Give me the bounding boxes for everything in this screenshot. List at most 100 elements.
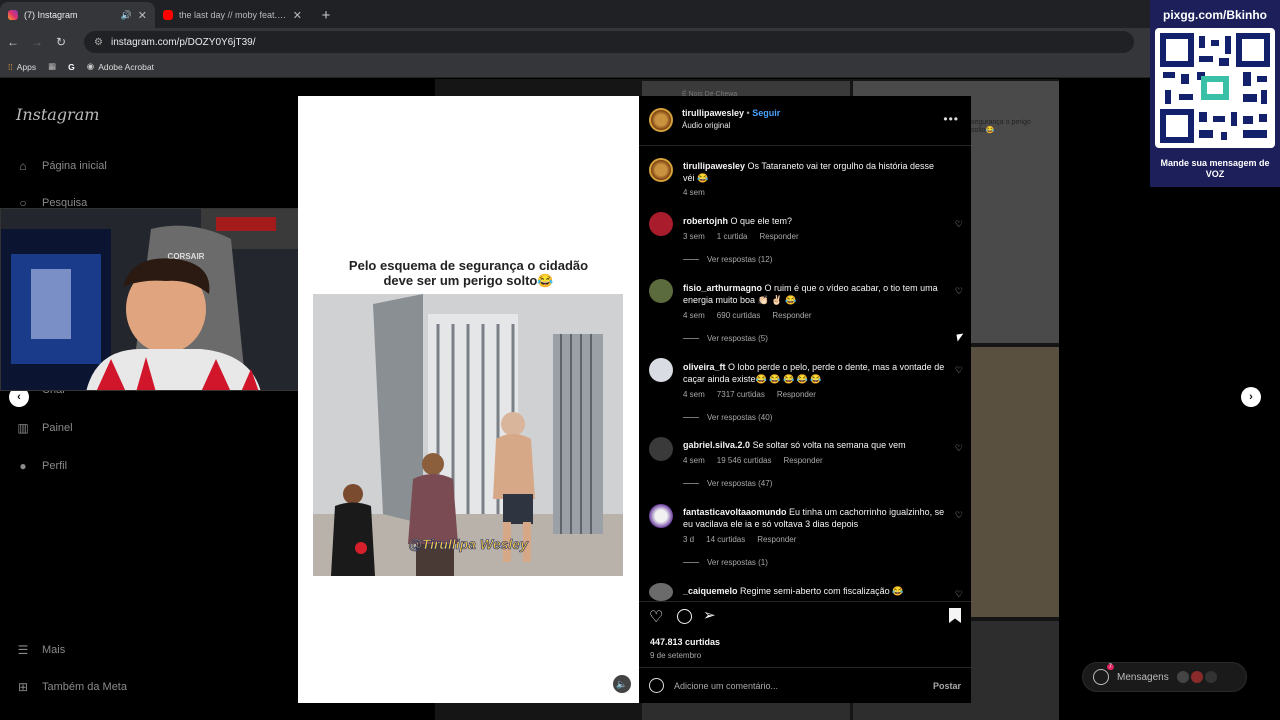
author-username[interactable]: tirullipawesley	[682, 108, 744, 118]
comment-username[interactable]: fantasticavoltaaomundo	[683, 507, 787, 517]
sidebar-item-label: Também da Meta	[42, 681, 127, 693]
tab-instagram[interactable]: (7) Instagram 🔊 ✕	[0, 2, 155, 28]
back-icon[interactable]: ←	[6, 35, 20, 49]
profile-icon: ●	[19, 459, 27, 473]
sidebar-item-label: Mais	[42, 644, 66, 656]
bookmark-label: Apps	[16, 61, 37, 72]
more-options-icon[interactable]: •••	[943, 112, 959, 126]
video-scene: @Tirullipa Wesley	[313, 294, 623, 576]
emoji-icon[interactable]	[649, 678, 664, 693]
bookmark-apps[interactable]: ⁞⁞ Apps	[8, 62, 36, 72]
comment-username[interactable]: _caiquemelo	[683, 586, 738, 596]
bookmark-adobe-acrobat[interactable]: ◉ Adobe Acrobat	[87, 61, 154, 72]
like-comment-icon[interactable]: ♡	[955, 510, 963, 521]
close-tab-icon[interactable]: ✕	[138, 9, 147, 22]
comment-likes[interactable]: 1 curtida	[717, 232, 748, 241]
post-comment-button[interactable]: Postar	[933, 681, 961, 691]
tab-youtube[interactable]: the last day // moby feat. skylar ✕	[155, 2, 310, 28]
close-tab-icon[interactable]: ✕	[293, 9, 302, 22]
comment-avatar[interactable]	[649, 504, 673, 528]
like-comment-icon[interactable]: ♡	[955, 286, 963, 297]
new-tab-button[interactable]: +	[316, 2, 336, 28]
comment-username[interactable]: gabriel.silva.2.0	[683, 440, 750, 450]
share-icon[interactable]: ➢	[703, 606, 716, 624]
comment-meta: 4 sem 7317 curtidas Responder	[683, 390, 816, 399]
comment-text: fantasticavoltaaomundo Eu tinha um cacho…	[683, 506, 945, 530]
address-bar[interactable]: ⚙ instagram.com/p/DOZY0Y6jT39/	[84, 31, 1134, 53]
like-comment-icon[interactable]: ♡	[955, 219, 963, 230]
reload-icon[interactable]: ↻	[54, 35, 68, 49]
comment-likes[interactable]: 14 curtidas	[706, 535, 745, 544]
sidebar-item-label: Painel	[42, 422, 73, 434]
browser-tab-strip: (7) Instagram 🔊 ✕ the last day // moby f…	[0, 0, 1280, 28]
home-icon: ⌂	[19, 159, 27, 173]
view-replies-label: Ver respostas (1)	[707, 558, 768, 567]
like-comment-icon[interactable]: ♡	[955, 365, 963, 376]
messages-icon: 7	[1093, 664, 1114, 685]
meta-icon: ⊞	[17, 680, 29, 694]
comment-likes[interactable]: 690 curtidas	[717, 311, 761, 320]
comment-input[interactable]: Adicione um comentário...	[674, 681, 923, 691]
forward-icon[interactable]: →	[30, 35, 44, 49]
comment-avatar[interactable]	[649, 437, 673, 461]
view-replies-button[interactable]: Ver respostas (5)	[683, 334, 768, 343]
comment-body: Regime semi-aberto com fiscalização 😂	[740, 586, 904, 596]
comment-time: 4 sem	[683, 456, 705, 465]
view-replies-label: Ver respostas (5)	[707, 334, 768, 343]
reply-button[interactable]: Responder	[772, 311, 811, 320]
messages-badge: 7	[1106, 664, 1114, 670]
likes-count[interactable]: 447.813 curtidas	[650, 637, 720, 647]
sidebar-item-more[interactable]: ☰ Mais	[16, 643, 66, 657]
post-video[interactable]: Pelo esquema de segurança o cidadão deve…	[298, 96, 639, 703]
speaker-icon[interactable]: 🔊	[121, 10, 132, 21]
comment-likes[interactable]: 19 546 curtidas	[717, 456, 772, 465]
messages-button[interactable]: 7 Mensagens	[1082, 662, 1247, 692]
instagram-favicon-icon	[8, 10, 18, 20]
reply-button[interactable]: Responder	[757, 535, 796, 544]
comment-username[interactable]: fisio_arthurmagno	[683, 283, 762, 293]
tab-title: the last day // moby feat. skylar	[179, 10, 287, 20]
caption-username[interactable]: tirullipawesley	[683, 161, 745, 171]
tab-groups-icon[interactable]: ▦	[48, 61, 56, 72]
webcam-overlay: CORSAIR	[0, 208, 302, 391]
save-icon[interactable]	[949, 608, 961, 623]
site-settings-icon[interactable]: ⚙	[94, 37, 103, 48]
view-replies-button[interactable]: Ver respostas (47)	[683, 479, 772, 488]
reply-button[interactable]: Responder	[759, 232, 798, 241]
view-replies-button[interactable]: Ver respostas (40)	[683, 413, 772, 422]
sidebar-item-dashboard[interactable]: ▥ Painel	[16, 421, 73, 435]
comment-avatar[interactable]	[649, 358, 673, 382]
reply-button[interactable]: Responder	[777, 390, 816, 399]
sidebar-item-meta[interactable]: ⊞ Também da Meta	[16, 680, 127, 694]
volume-button[interactable]: 🔈	[613, 675, 631, 693]
comment-icon[interactable]	[677, 609, 692, 624]
like-comment-icon[interactable]: ♡	[955, 443, 963, 454]
google-icon[interactable]: G	[68, 62, 75, 72]
caption-avatar[interactable]	[649, 158, 673, 182]
apps-grid-icon: ⁞⁞	[8, 61, 13, 72]
view-replies-label: Ver respostas (12)	[707, 255, 773, 264]
reply-button[interactable]: Responder	[784, 456, 823, 465]
video-frame[interactable]: @Tirullipa Wesley	[313, 294, 623, 576]
next-post-button[interactable]: ›	[1241, 387, 1261, 407]
comment-avatar[interactable]	[649, 212, 673, 236]
like-icon[interactable]: ♡	[649, 607, 663, 627]
like-comment-icon[interactable]: ♡	[955, 589, 963, 600]
comment-username[interactable]: robertojnh	[683, 216, 728, 226]
view-replies-button[interactable]: Ver respostas (1)	[683, 558, 768, 567]
comment-username[interactable]: oliveira_ft	[683, 362, 726, 372]
follow-button[interactable]: Seguir	[752, 108, 780, 118]
comment-time: 4 sem	[683, 311, 705, 320]
youtube-favicon-icon	[163, 10, 173, 20]
sidebar-item-profile[interactable]: ● Perfil	[16, 459, 67, 473]
comment-likes[interactable]: 7317 curtidas	[717, 390, 765, 399]
comment-avatar[interactable]	[649, 583, 673, 601]
comment-avatar[interactable]	[649, 279, 673, 303]
comment-meta: 3 d 14 curtidas Responder	[683, 535, 796, 544]
sidebar-item-home[interactable]: ⌂ Página inicial	[16, 159, 106, 173]
audio-label[interactable]: Áudio original	[682, 121, 780, 130]
author-avatar[interactable]	[649, 108, 673, 132]
instagram-logo[interactable]: Instagram	[16, 105, 99, 124]
view-replies-button[interactable]: Ver respostas (12)	[683, 255, 772, 264]
browser-toolbar: ← → ↻ ⚙ instagram.com/p/DOZY0Y6jT39/	[0, 28, 1280, 56]
